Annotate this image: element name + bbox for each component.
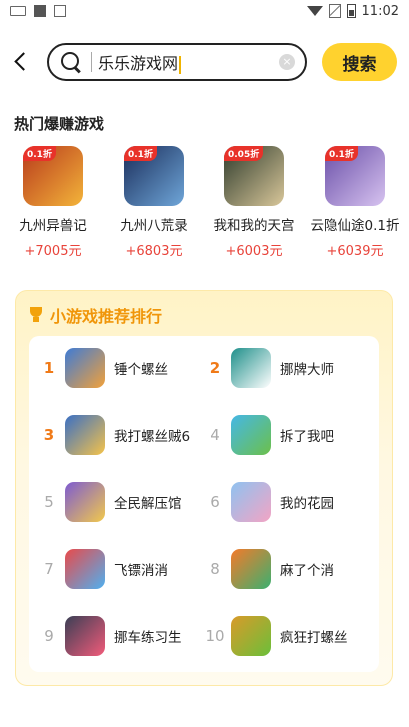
game-icon xyxy=(65,549,105,589)
ranking-item[interactable]: 10 疯狂打螺丝 xyxy=(205,614,375,658)
mini-game-ranking-card: 小游戏推荐排行 1 锤个螺丝 2 挪牌大师 3 我打螺丝贼6 4 拆了我吧 5 … xyxy=(15,290,393,686)
ranking-item[interactable]: 3 我打螺丝贼6 xyxy=(39,413,209,457)
rank-number: 6 xyxy=(210,493,220,511)
discount-badge: 0.1折 xyxy=(325,146,358,161)
status-bar: 11:02 xyxy=(0,0,409,22)
game-name: 我的花园 xyxy=(280,496,334,512)
discount-badge: 0.05折 xyxy=(224,146,264,161)
search-header: 乐乐游戏网 × 搜索 xyxy=(0,42,409,84)
game-icon xyxy=(65,348,105,388)
game-name: 疯狂打螺丝 xyxy=(280,630,348,646)
search-input[interactable]: 乐乐游戏网 × xyxy=(47,43,307,81)
game-name: 挪车练习生 xyxy=(114,630,182,646)
game-icon xyxy=(65,415,105,455)
wifi-icon xyxy=(306,6,323,16)
hot-game-item[interactable]: 0.05折 我和我的天宫 +6003元 xyxy=(204,146,304,259)
game-icon xyxy=(231,482,271,522)
game-icon xyxy=(231,549,271,589)
ranking-item[interactable]: 2 挪牌大师 xyxy=(205,346,375,390)
notification-icon xyxy=(34,5,46,17)
status-left xyxy=(10,5,66,17)
hot-games-row: 0.1折 九州异兽记 +7005元 0.1折 九州八荒录 +6803元 0.05… xyxy=(0,146,409,261)
game-name: 我和我的天宫 xyxy=(213,218,295,234)
game-name: 锤个螺丝 xyxy=(114,362,168,378)
search-query-text: 乐乐游戏网 xyxy=(98,54,179,73)
game-name: 挪牌大师 xyxy=(280,362,334,378)
game-icon: 0.05折 xyxy=(224,146,284,206)
trophy-icon xyxy=(28,307,44,323)
game-name: 我打螺丝贼6 xyxy=(114,429,191,445)
status-right: 11:02 xyxy=(306,3,399,19)
back-icon[interactable] xyxy=(10,50,34,74)
ranking-item[interactable]: 1 锤个螺丝 xyxy=(39,346,209,390)
search-icon xyxy=(59,50,83,74)
ranking-item[interactable]: 5 全民解压馆 xyxy=(39,480,209,524)
game-name: 飞镖消消 xyxy=(114,563,168,579)
rank-number: 5 xyxy=(44,493,54,511)
clear-icon[interactable]: × xyxy=(279,54,295,70)
nfc-icon xyxy=(54,5,66,17)
search-divider xyxy=(91,52,92,72)
rank-number: 3 xyxy=(43,426,55,444)
status-time: 11:02 xyxy=(361,3,399,19)
game-name: 麻了个消 xyxy=(280,563,334,579)
ranking-list: 1 锤个螺丝 2 挪牌大师 3 我打螺丝贼6 4 拆了我吧 5 全民解压馆 6 … xyxy=(29,336,379,672)
game-icon xyxy=(65,616,105,656)
rank-number: 10 xyxy=(205,627,225,645)
hot-game-item[interactable]: 0.1折 九州异兽记 +7005元 xyxy=(3,146,103,259)
text-caret xyxy=(179,55,181,74)
hot-game-item[interactable]: 0.1折 云隐仙途0.1折 +6039元 xyxy=(305,146,405,259)
game-name: 全民解压馆 xyxy=(114,496,182,512)
rank-number: 7 xyxy=(44,560,54,578)
ranking-item[interactable]: 9 挪车练习生 xyxy=(39,614,209,658)
game-icon xyxy=(65,482,105,522)
ranking-item[interactable]: 4 拆了我吧 xyxy=(205,413,375,457)
ranking-item[interactable]: 7 飞镖消消 xyxy=(39,547,209,591)
rank-number: 2 xyxy=(209,359,221,377)
game-name: 云隐仙途0.1折 xyxy=(310,218,400,234)
ranking-item[interactable]: 6 我的花园 xyxy=(205,480,375,524)
rank-number: 8 xyxy=(210,560,220,578)
discount-badge: 0.1折 xyxy=(124,146,157,161)
no-sim-icon xyxy=(328,4,341,18)
game-icon: 0.1折 xyxy=(23,146,83,206)
game-name: 九州异兽记 xyxy=(19,218,87,234)
game-reward: +6803元 xyxy=(125,244,183,259)
game-icon: 0.1折 xyxy=(325,146,385,206)
battery-icon xyxy=(346,4,356,18)
rank-number: 1 xyxy=(43,359,55,377)
game-icon: 0.1折 xyxy=(124,146,184,206)
game-icon xyxy=(231,616,271,656)
rank-number: 9 xyxy=(44,627,54,645)
game-name: 九州八荒录 xyxy=(120,218,188,234)
ranking-header: 小游戏推荐排行 xyxy=(28,303,162,327)
keyboard-icon xyxy=(10,6,26,16)
hot-game-item[interactable]: 0.1折 九州八荒录 +6803元 xyxy=(104,146,204,259)
game-reward: +7005元 xyxy=(24,244,82,259)
game-icon xyxy=(231,348,271,388)
game-reward: +6003元 xyxy=(225,244,283,259)
search-button[interactable]: 搜索 xyxy=(322,43,397,81)
rank-number: 4 xyxy=(210,426,220,444)
game-icon xyxy=(231,415,271,455)
ranking-item[interactable]: 8 麻了个消 xyxy=(205,547,375,591)
game-reward: +6039元 xyxy=(326,244,384,259)
ranking-title: 小游戏推荐排行 xyxy=(50,307,163,326)
hot-games-title: 热门爆赚游戏 xyxy=(14,115,105,133)
discount-badge: 0.1折 xyxy=(23,146,56,161)
search-query[interactable]: 乐乐游戏网 xyxy=(98,50,279,74)
game-name: 拆了我吧 xyxy=(280,429,334,445)
